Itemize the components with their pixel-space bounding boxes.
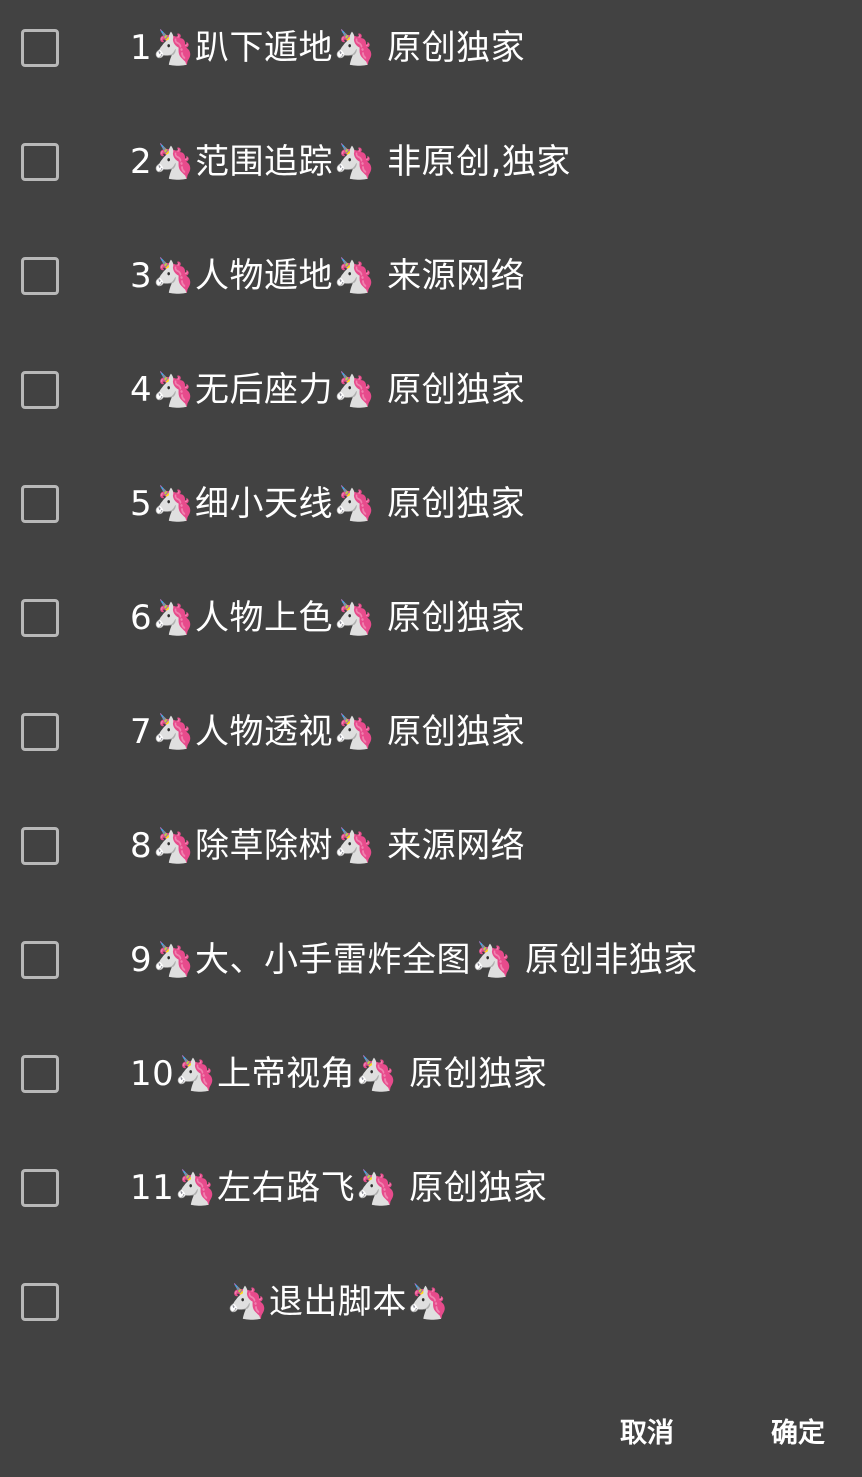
list-item[interactable]: 3🦄人物遁地🦄 来源网络 — [0, 228, 862, 324]
checkbox[interactable] — [21, 257, 59, 295]
option-label: 9🦄大、小手雷炸全图🦄 原创非独家 — [130, 940, 698, 980]
checkbox[interactable] — [21, 1169, 59, 1207]
checkbox[interactable] — [21, 1055, 59, 1093]
list-item[interactable]: 🦄退出脚本🦄 — [0, 1254, 862, 1350]
option-label: 🦄退出脚本🦄 — [226, 1282, 450, 1322]
checkbox[interactable] — [21, 29, 59, 67]
option-label: 3🦄人物遁地🦄 来源网络 — [130, 256, 526, 296]
option-label: 4🦄无后座力🦄 原创独家 — [130, 370, 526, 410]
option-label: 7🦄人物透视🦄 原创独家 — [130, 712, 526, 752]
checkbox[interactable] — [21, 485, 59, 523]
option-label: 2🦄范围追踪🦄 非原创,独家 — [130, 142, 571, 182]
list-item[interactable]: 5🦄细小天线🦄 原创独家 — [0, 456, 862, 552]
checkbox[interactable] — [21, 827, 59, 865]
option-label: 11🦄左右路飞🦄 原创独家 — [130, 1168, 548, 1208]
option-label: 6🦄人物上色🦄 原创独家 — [130, 598, 526, 638]
option-label: 10🦄上帝视角🦄 原创独家 — [130, 1054, 548, 1094]
list-item[interactable]: 9🦄大、小手雷炸全图🦄 原创非独家 — [0, 912, 862, 1008]
list-item[interactable]: 8🦄除草除树🦄 来源网络 — [0, 798, 862, 894]
cancel-button[interactable]: 取消 — [612, 1405, 682, 1456]
multi-choice-dialog: 1🦄趴下遁地🦄 原创独家 2🦄范围追踪🦄 非原创,独家 3🦄人物遁地🦄 来源网络… — [0, 0, 862, 1477]
dialog-actions: 取消 确定 — [0, 1387, 862, 1477]
list-item[interactable]: 11🦄左右路飞🦄 原创独家 — [0, 1140, 862, 1236]
checkbox[interactable] — [21, 713, 59, 751]
list-item[interactable]: 6🦄人物上色🦄 原创独家 — [0, 570, 862, 666]
checkbox[interactable] — [21, 371, 59, 409]
checkbox[interactable] — [21, 941, 59, 979]
list-item[interactable]: 2🦄范围追踪🦄 非原创,独家 — [0, 114, 862, 210]
option-label: 5🦄细小天线🦄 原创独家 — [130, 484, 526, 524]
list-item[interactable]: 1🦄趴下遁地🦄 原创独家 — [0, 0, 862, 96]
checkbox[interactable] — [21, 143, 59, 181]
list-item[interactable]: 7🦄人物透视🦄 原创独家 — [0, 684, 862, 780]
option-label: 8🦄除草除树🦄 来源网络 — [130, 826, 526, 866]
ok-button[interactable]: 确定 — [763, 1405, 833, 1456]
list-item[interactable]: 4🦄无后座力🦄 原创独家 — [0, 342, 862, 438]
checkbox[interactable] — [21, 1283, 59, 1321]
list-item[interactable]: 10🦄上帝视角🦄 原创独家 — [0, 1026, 862, 1122]
checkbox[interactable] — [21, 599, 59, 637]
option-label: 1🦄趴下遁地🦄 原创独家 — [130, 28, 526, 68]
